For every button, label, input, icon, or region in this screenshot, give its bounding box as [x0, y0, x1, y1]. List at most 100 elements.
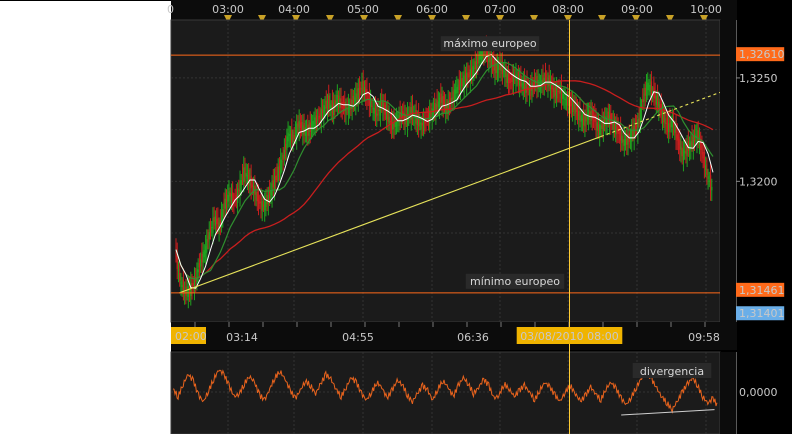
candle-body: [441, 97, 443, 106]
candle-body: [488, 52, 490, 63]
candle-body: [705, 165, 707, 171]
candle-body: [370, 101, 372, 108]
candle-body: [642, 99, 644, 103]
candle-body: [342, 105, 345, 108]
candle-body: [688, 143, 691, 151]
candle-body: [299, 122, 302, 129]
candle-body: [707, 176, 709, 180]
candle-body: [361, 81, 363, 96]
candle-body: [503, 70, 505, 72]
candle-body: [453, 89, 456, 102]
candle-body: [590, 111, 592, 122]
candle-body: [496, 64, 499, 74]
candle-body: [504, 70, 506, 78]
candle-body: [179, 272, 181, 281]
candle-body: [631, 130, 633, 142]
top-time-label: 10:00: [690, 3, 722, 16]
candle-body: [507, 72, 510, 84]
candle-body: [277, 166, 279, 182]
candle-body: [596, 122, 598, 131]
candle-body: [703, 152, 706, 168]
candle-body: [325, 100, 327, 109]
candle-body: [564, 99, 566, 101]
candle-body: [546, 80, 548, 82]
candle-body: [589, 111, 591, 116]
candle-body: [323, 105, 325, 118]
candle-body: [420, 122, 422, 130]
candle-body: [654, 92, 656, 99]
candle-body: [278, 165, 281, 171]
candle-body: [621, 135, 623, 144]
bottom-time-label: 04:55: [342, 331, 374, 344]
candle-body: [328, 95, 330, 109]
chart-canvas[interactable]: 0 03:00 04:00 05:00 06:00 07:00 08:00 09:00 10:…: [0, 0, 792, 434]
candle-body: [490, 57, 493, 66]
candle-body: [378, 109, 380, 112]
candle-body: [624, 138, 627, 145]
price-panel-bg: [170, 19, 721, 323]
oscillator-axis: [720, 352, 737, 434]
candle-body: [356, 89, 358, 99]
candle-body: [353, 97, 356, 103]
candle-body: [627, 137, 629, 145]
candle-body: [335, 100, 337, 105]
candle-body: [222, 208, 224, 217]
candle-body: [273, 176, 276, 191]
candle-body: [511, 75, 513, 82]
candle-body: [506, 73, 509, 83]
candle-body: [701, 144, 703, 155]
candle-body: [304, 127, 307, 136]
candle-body: [223, 202, 225, 209]
candle-body: [292, 138, 294, 141]
candle-body: [553, 88, 555, 98]
candle-body: [665, 122, 667, 124]
candle-body: [597, 123, 600, 132]
candle-body: [301, 121, 303, 131]
candle-body: [341, 101, 343, 109]
candle-body: [458, 80, 460, 90]
candle-body: [209, 228, 212, 233]
candle-body: [200, 259, 202, 267]
candle-body: [702, 151, 704, 159]
candle-body: [197, 269, 199, 273]
candle-body: [294, 132, 297, 135]
candle-body: [684, 151, 686, 154]
candle-body: [371, 105, 373, 107]
candle-body: [528, 86, 531, 96]
candle-body: [282, 154, 284, 160]
candle-body: [649, 85, 651, 92]
candle-body: [648, 85, 650, 87]
candle-body: [187, 286, 190, 297]
candle-body: [283, 149, 286, 159]
candle-body: [664, 118, 666, 124]
candle-body: [293, 134, 295, 140]
candle-body: [685, 144, 687, 154]
candle-body: [584, 116, 586, 127]
candle-body: [644, 87, 646, 96]
candle-body: [305, 130, 308, 132]
candle-body: [491, 60, 494, 66]
candle-body: [196, 269, 198, 285]
candle-body: [230, 193, 233, 203]
candle-body: [276, 174, 278, 176]
top-time-label: 04:00: [278, 3, 310, 16]
candle-body: [454, 89, 457, 94]
candle-body: [201, 253, 203, 263]
candle-body: [266, 194, 268, 205]
candle-body: [313, 122, 315, 124]
candle-body: [600, 125, 602, 130]
candle-body: [650, 81, 653, 95]
candle-body: [238, 189, 240, 192]
candle-body: [307, 124, 309, 136]
candle-body: [259, 201, 261, 204]
candle-body: [560, 85, 563, 99]
candle-body: [477, 55, 479, 64]
candle-body: [538, 83, 541, 85]
left-time-label: 02:00: [175, 330, 207, 343]
candle-body: [451, 97, 453, 102]
candle-body: [245, 173, 247, 177]
candle-body: [643, 93, 645, 102]
candle-body: [177, 269, 180, 272]
candle-body: [333, 102, 335, 115]
candle-body: [192, 282, 194, 286]
